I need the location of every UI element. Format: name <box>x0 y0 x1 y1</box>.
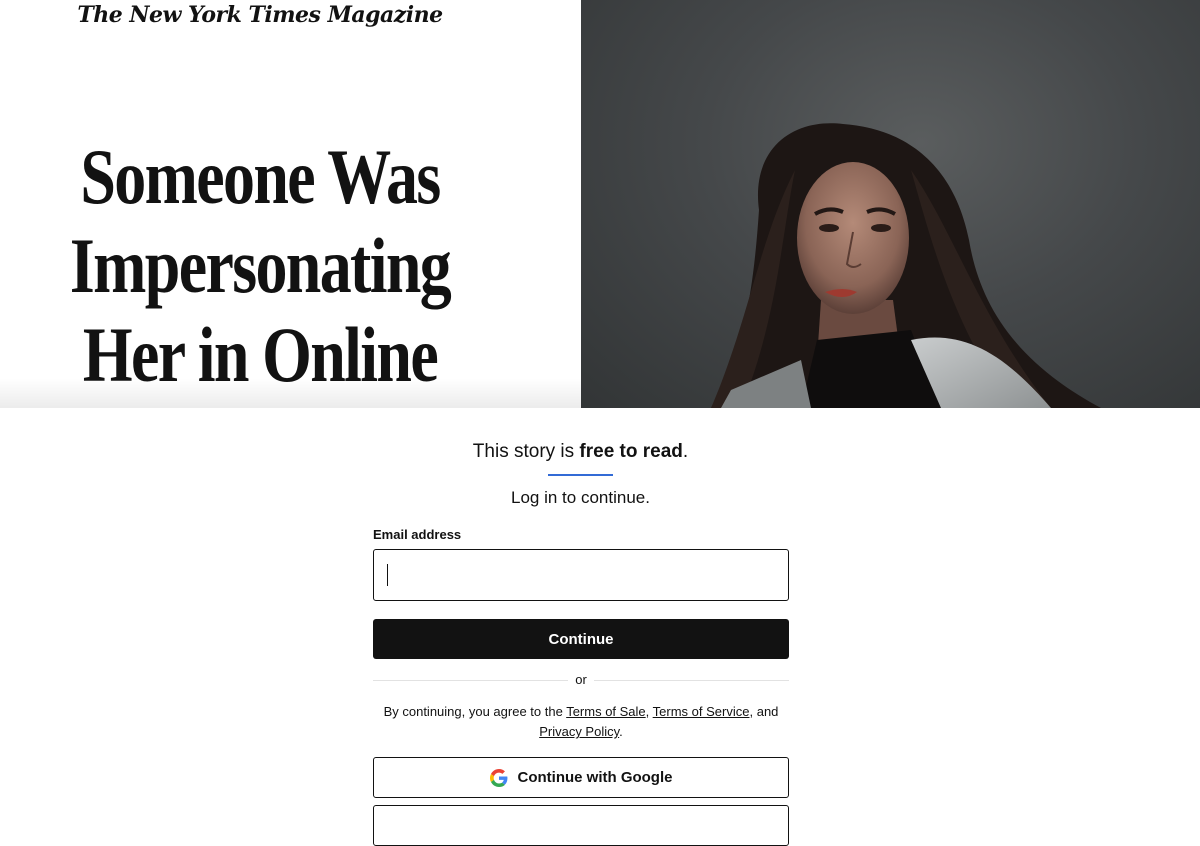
continue-with-google-button[interactable]: Continue with Google <box>373 757 789 798</box>
hero-fade-overlay <box>0 378 581 408</box>
email-label: Email address <box>373 527 462 542</box>
accent-underline <box>548 474 613 476</box>
next-sign-in-option-button[interactable] <box>373 805 789 846</box>
free-bold-text: free to read <box>579 441 683 462</box>
terms-separator: , <box>645 704 653 719</box>
free-suffix-text: . <box>682 441 689 462</box>
free-prefix-text: This story is <box>472 441 580 462</box>
article-hero: The New York Times Magazine Someone Was … <box>0 0 1200 408</box>
divider-left <box>373 680 568 681</box>
free-to-read-message: This story is free to read. <box>0 441 1161 463</box>
terms-of-sale-link[interactable]: Terms of Sale <box>566 704 645 719</box>
email-input[interactable] <box>373 549 789 601</box>
google-button-label: Continue with Google <box>517 769 673 786</box>
divider-right <box>594 680 789 681</box>
login-prompt: Log in to continue. <box>511 488 650 507</box>
portrait-image <box>711 123 1101 408</box>
article-headline: Someone Was Impersonating Her in Online … <box>69 133 452 408</box>
privacy-policy-link[interactable]: Privacy Policy <box>539 724 619 739</box>
registration-gate: This story is free to read. Log in to co… <box>0 408 1200 846</box>
google-g-icon <box>489 768 507 787</box>
hero-photo <box>581 0 1200 408</box>
terms-notice: By continuing, you agree to the Terms of… <box>373 702 789 742</box>
text-caret <box>387 564 388 586</box>
hero-text-panel: The New York Times Magazine Someone Was … <box>0 0 581 408</box>
masthead-logo: The New York Times Magazine <box>77 2 443 28</box>
terms-of-service-link[interactable]: Terms of Service <box>653 704 750 719</box>
or-separator: or <box>575 672 587 687</box>
terms-prefix: By continuing, you agree to the <box>383 704 567 719</box>
continue-button[interactable]: Continue <box>373 619 789 659</box>
terms-and-text: , and <box>749 704 779 719</box>
terms-suffix: . <box>619 724 623 739</box>
